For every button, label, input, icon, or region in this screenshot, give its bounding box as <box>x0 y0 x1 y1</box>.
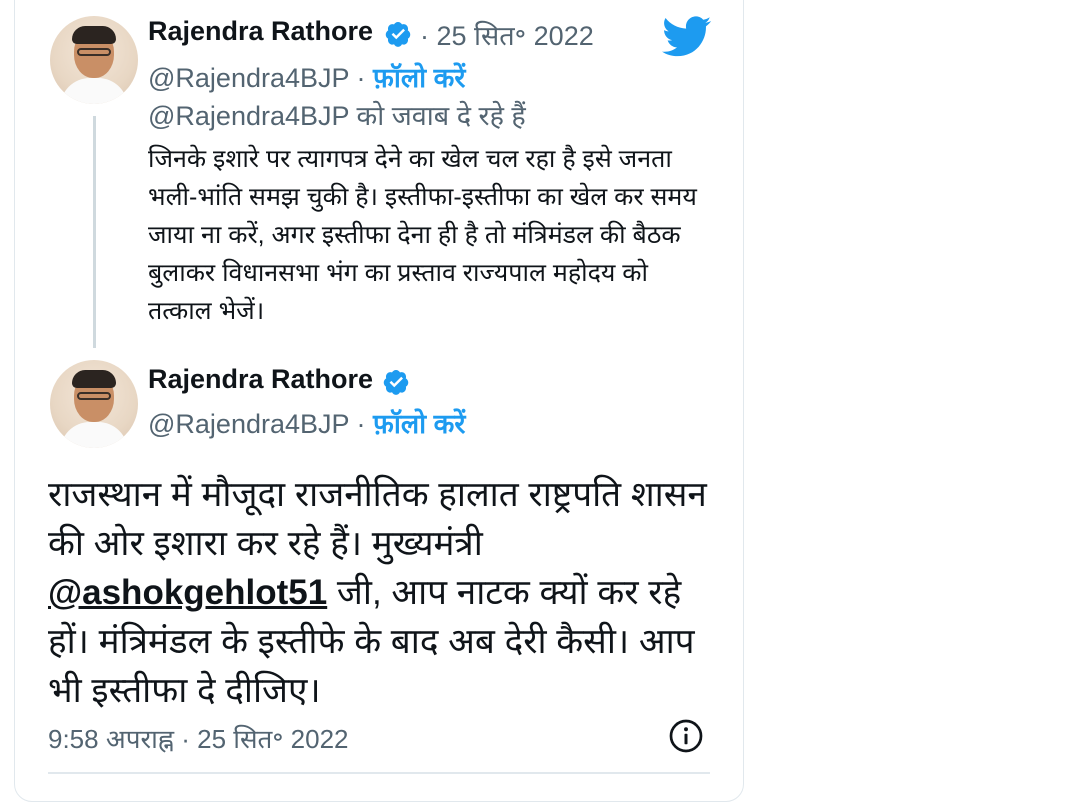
author-name[interactable]: Rajendra Rathore <box>148 364 373 395</box>
handle-row: @Rajendra4BJP · फ़ॉलो करें <box>148 404 465 441</box>
verified-badge-icon <box>383 369 409 395</box>
tweet-timestamp[interactable]: 9:58 अपराह्न · 25 सित॰ 2022 <box>48 720 349 756</box>
main-tweet-text: राजस्थान में मौजूदा राजनीतिक हालात राष्ट… <box>48 470 718 715</box>
author-handle[interactable]: @Rajendra4BJP <box>148 409 349 439</box>
info-icon[interactable] <box>668 718 704 754</box>
replying-to[interactable]: @Rajendra4BJP को जवाब दे रहे हैं <box>148 96 526 133</box>
tweet-text-part: राजस्थान में मौजूदा राजनीतिक हालात राष्ट… <box>48 475 707 563</box>
reply-tweet-text: जिनके इशारे पर त्यागपत्र देने का खेल चल … <box>148 145 697 325</box>
divider <box>48 772 710 774</box>
avatar[interactable] <box>50 16 138 104</box>
author-name[interactable]: Rajendra Rathore <box>148 16 373 47</box>
twitter-bird-icon[interactable] <box>662 16 712 58</box>
follow-button[interactable]: फ़ॉलो करें <box>373 409 465 439</box>
avatar[interactable] <box>50 360 138 448</box>
mention-link[interactable]: @ashokgehlot51 <box>48 573 327 612</box>
author-handle[interactable]: @Rajendra4BJP <box>148 63 349 93</box>
verified-badge-icon <box>385 21 411 47</box>
separator-dot: · <box>356 409 374 439</box>
thread-connector-line <box>93 116 96 348</box>
follow-button[interactable]: फ़ॉलो करें <box>373 63 465 93</box>
separator-dot: · <box>356 63 374 93</box>
tweet-date[interactable]: · 25 सित॰ 2022 <box>420 16 594 53</box>
handle-row: @Rajendra4BJP · फ़ॉलो करें <box>148 58 465 95</box>
